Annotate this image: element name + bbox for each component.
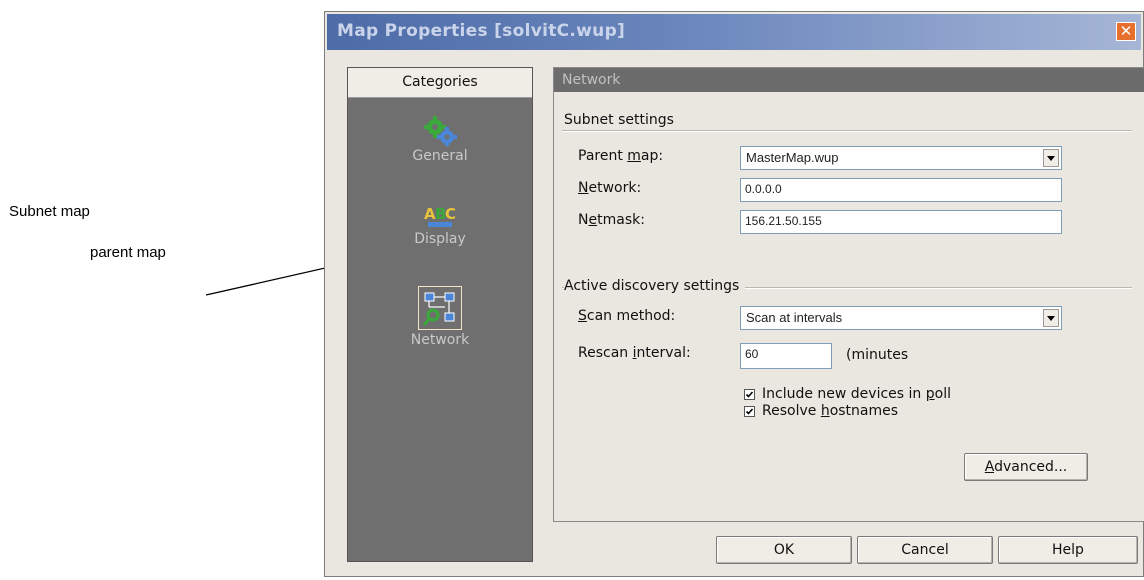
help-button[interactable]: Help (998, 536, 1138, 564)
category-network[interactable]: Network (348, 286, 532, 348)
advanced-button[interactable]: Advanced... (964, 453, 1088, 481)
subnet-group-rule (562, 130, 1132, 132)
checkmark-icon (745, 390, 754, 398)
category-network-label: Network (410, 332, 470, 348)
selection-frame (418, 286, 462, 330)
close-button[interactable]: ✕ (1116, 22, 1136, 41)
rescan-unit-label: (minutes (846, 347, 909, 363)
map-properties-dialog: Map Properties [solvitC.wup] ✕ Categorie… (324, 11, 1144, 577)
category-general-label: General (412, 148, 468, 164)
categories-pane: Categories General A B C Display Network (347, 67, 533, 562)
abc-display-icon: A B C (424, 205, 456, 227)
parent-map-label: Parent map: (578, 148, 664, 164)
scan-method-label: Scan method: (578, 308, 676, 324)
include-new-devices-row[interactable]: Include new devices in poll (744, 386, 951, 402)
category-general[interactable]: General (348, 116, 532, 164)
scan-method-select[interactable]: Scan at intervals (740, 306, 1062, 330)
dialog-title: Map Properties [solvitC.wup] (337, 21, 626, 41)
category-display[interactable]: A B C Display (348, 201, 532, 247)
discovery-settings-title: Active discovery settings (564, 278, 746, 294)
network-field[interactable]: 0.0.0.0 (740, 178, 1062, 202)
ok-button[interactable]: OK (716, 536, 852, 564)
rescan-interval-label: Rescan interval: (578, 345, 691, 361)
svg-text:C: C (445, 205, 456, 223)
chevron-down-icon (1047, 155, 1055, 161)
scan-method-value: Scan at intervals (746, 310, 843, 325)
rescan-interval-field[interactable]: 60 (740, 343, 832, 369)
include-new-devices-label: Include new devices in poll (762, 386, 951, 402)
parent-map-select[interactable]: MasterMap.wup (740, 146, 1062, 170)
subnet-settings-title: Subnet settings (564, 112, 680, 128)
cancel-button[interactable]: Cancel (857, 536, 993, 564)
panel-header: Network (554, 68, 1144, 92)
netmask-field[interactable]: 156.21.50.155 (740, 210, 1062, 234)
checkmark-icon (745, 407, 754, 415)
resolve-hostnames-row[interactable]: Resolve hostnames (744, 403, 898, 419)
title-bar[interactable]: Map Properties [solvitC.wup] ✕ (327, 14, 1141, 50)
gears-icon (424, 116, 457, 146)
resolve-hostnames-label: Resolve hostnames (762, 403, 899, 419)
network-panel: Network Subnet settings Parent map: Mast… (553, 67, 1144, 522)
categories-header: Categories (348, 68, 532, 98)
category-display-label: Display (414, 231, 466, 247)
parent-map-dropdown-arrow[interactable] (1043, 149, 1059, 167)
include-new-devices-checkbox[interactable] (744, 388, 755, 400)
network-icon (422, 292, 455, 326)
resolve-hostnames-checkbox[interactable] (744, 405, 755, 417)
chevron-down-icon (1047, 315, 1055, 321)
parent-map-value: MasterMap.wup (746, 150, 839, 165)
network-label: Network: (578, 180, 642, 196)
netmask-label: Netmask: (578, 212, 645, 228)
close-icon: ✕ (1119, 22, 1133, 40)
scan-method-dropdown-arrow[interactable] (1043, 309, 1059, 327)
